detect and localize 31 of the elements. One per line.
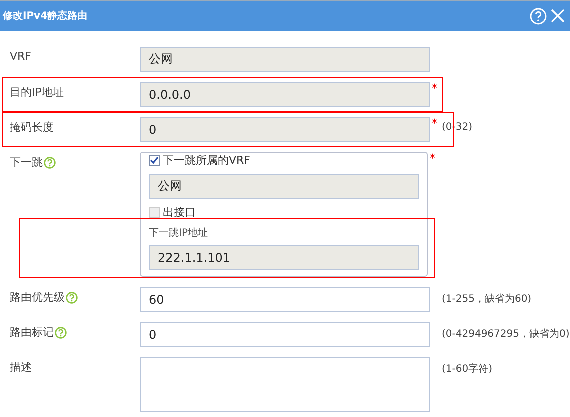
field-hint: (1-255，缺省为60): [442, 292, 532, 306]
field-label: 路由优先级: [10, 290, 65, 305]
description-field[interactable]: [140, 357, 430, 412]
help-icon[interactable]: [55, 326, 67, 338]
checkbox-label: 出接口: [163, 205, 196, 220]
input-field[interactable]: 60: [140, 287, 430, 312]
field-hint: (0-4294967295，缺省为0): [442, 328, 570, 341]
field-label: 下一跳IP地址: [149, 226, 209, 240]
checkbox[interactable]: [149, 155, 160, 166]
field-label: VRF: [10, 50, 32, 63]
required-mark: *: [430, 152, 436, 165]
required-mark: *: [432, 117, 438, 130]
input-field[interactable]: 0.0.0.0: [140, 82, 430, 107]
window-title: 修改IPv4静态路由: [3, 10, 89, 23]
help-icon[interactable]: [44, 156, 56, 168]
field-label: 路由标记: [10, 325, 54, 340]
field-hint: (1-60字符): [442, 362, 492, 376]
field-label: 描述: [10, 360, 32, 375]
help-icon[interactable]: [66, 292, 78, 304]
field-label: 下一跳: [10, 155, 43, 170]
required-mark: *: [432, 82, 438, 95]
field-label: 目的IP地址: [10, 85, 64, 100]
input-field[interactable]: 公网: [149, 174, 419, 199]
close-button[interactable]: [549, 8, 566, 24]
input-field[interactable]: 0: [140, 117, 430, 142]
input-field[interactable]: 公网: [140, 47, 430, 72]
help-button[interactable]: [530, 8, 547, 24]
input-field[interactable]: 0: [140, 322, 430, 347]
field-label: 掩码长度: [10, 120, 54, 135]
checkbox-label: 下一跳所属的VRF: [163, 153, 250, 168]
input-field[interactable]: 222.1.1.101: [149, 245, 419, 270]
